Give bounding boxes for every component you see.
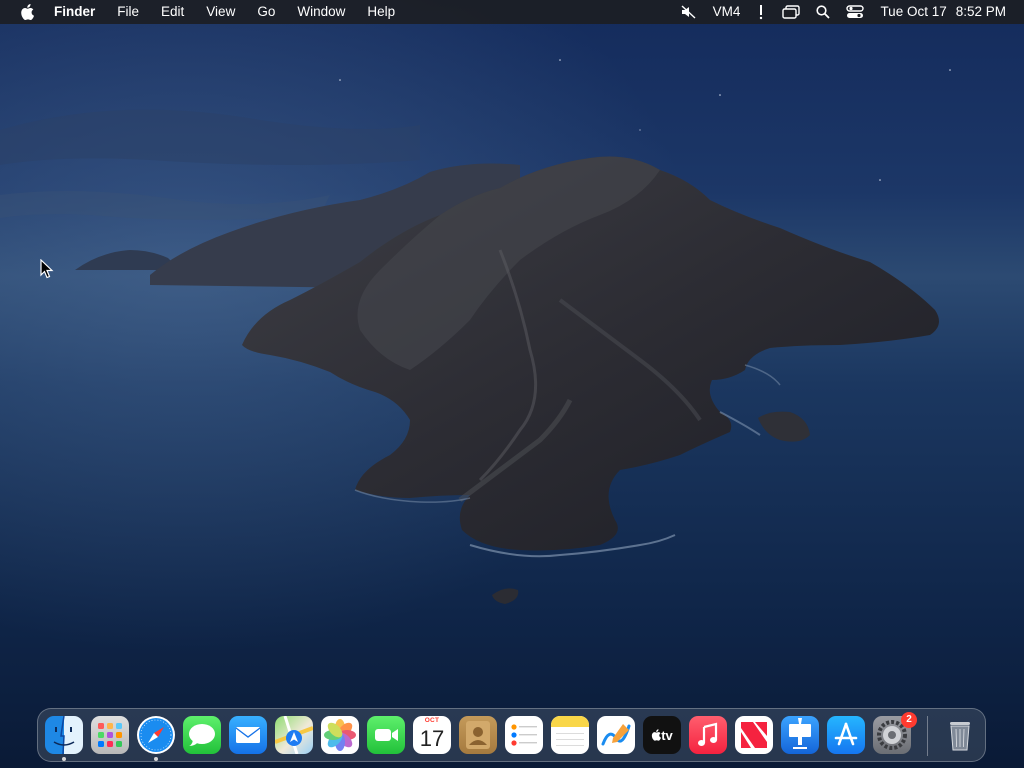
mail-icon[interactable] — [229, 716, 267, 754]
photos-icon[interactable] — [321, 716, 359, 754]
menu-date[interactable]: Tue Oct 17 — [880, 0, 946, 24]
menu-app-name[interactable]: Finder — [54, 0, 106, 24]
menu-file[interactable]: File — [106, 0, 150, 24]
running-indicator — [154, 757, 158, 761]
calendar-icon[interactable]: OCT 17 — [413, 716, 451, 754]
menu-help[interactable]: Help — [356, 0, 406, 24]
keynote-icon[interactable] — [781, 716, 819, 754]
tv-icon[interactable]: tv — [643, 716, 681, 754]
calendar-day-label: 17 — [419, 726, 445, 751]
dock-separator — [927, 716, 928, 756]
safari-icon[interactable] — [137, 716, 175, 754]
tv-app-label: tv — [661, 727, 673, 743]
menu-edit[interactable]: Edit — [150, 0, 195, 24]
freeform-icon[interactable] — [597, 716, 635, 754]
screen-mirroring-icon[interactable] — [782, 0, 801, 24]
notes-icon[interactable] — [551, 716, 589, 754]
menu-window[interactable]: Window — [286, 0, 356, 24]
finder-icon[interactable] — [45, 716, 83, 754]
trash-icon[interactable] — [941, 716, 979, 754]
search-icon[interactable] — [816, 0, 831, 24]
apple-menu-icon[interactable] — [19, 0, 35, 24]
keyboard-input-indicator[interactable]: VM4 — [713, 0, 741, 24]
menu-go[interactable]: Go — [246, 0, 286, 24]
desktop-wallpaper — [0, 0, 1024, 768]
control-center-icon[interactable] — [846, 0, 865, 24]
reminders-icon[interactable] — [505, 716, 543, 754]
menu-clock[interactable]: 8:52 PM — [956, 0, 1006, 24]
launchpad-icon[interactable] — [91, 716, 129, 754]
music-icon[interactable] — [689, 716, 727, 754]
calendar-month-label: OCT — [424, 717, 440, 724]
dock: OCT 17 tv 2 — [37, 708, 986, 762]
messages-icon[interactable] — [183, 716, 221, 754]
contacts-icon[interactable] — [459, 716, 497, 754]
maps-icon[interactable] — [275, 716, 313, 754]
mouse-pointer-icon — [40, 259, 54, 279]
app-store-icon[interactable] — [827, 716, 865, 754]
notification-badge: 2 — [901, 712, 917, 728]
menu-view[interactable]: View — [195, 0, 246, 24]
volume-muted-icon[interactable] — [681, 0, 697, 24]
menu-bar: Finder File Edit View Go Window Help VM4… — [0, 0, 1024, 24]
facetime-icon[interactable] — [367, 716, 405, 754]
news-icon[interactable] — [735, 716, 773, 754]
running-indicator — [62, 757, 66, 761]
alert-icon[interactable] — [756, 0, 766, 24]
